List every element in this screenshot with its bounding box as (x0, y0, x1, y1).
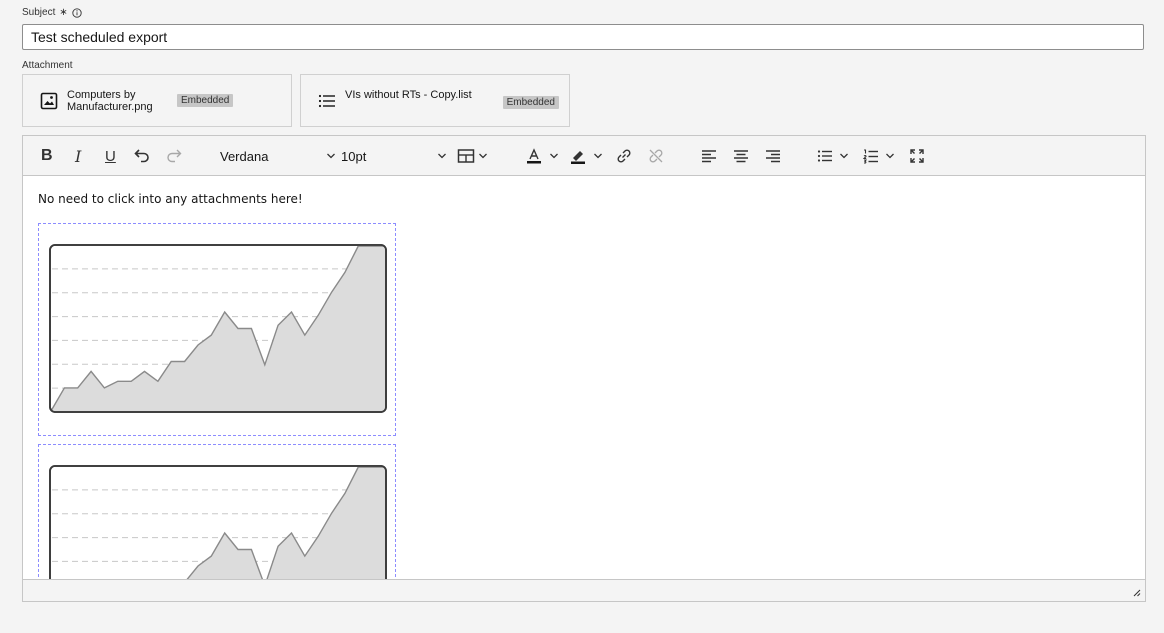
bullet-list-icon (817, 150, 832, 162)
chevron-down-icon (479, 153, 487, 159)
subject-label-text: Subject (22, 7, 56, 18)
subject-label: Subject ∗ (22, 7, 82, 18)
fullscreen-button[interactable] (909, 146, 925, 166)
bold-button[interactable]: B (41, 146, 53, 166)
chevron-down-icon (886, 153, 894, 159)
attachment-name: Computers by Manufacturer.png (67, 88, 153, 113)
editor-statusbar (23, 579, 1145, 601)
fullscreen-icon (910, 149, 924, 163)
font-size-select[interactable]: 10pt (341, 147, 451, 165)
subject-input[interactable] (22, 24, 1144, 50)
unlink-icon (649, 149, 663, 163)
numbered-list-icon (863, 149, 878, 164)
attachment-card-image[interactable]: Computers by Manufacturer.png Embedded (22, 74, 292, 127)
rich-text-editor: B I U Verdana 10pt No need to click into… (22, 135, 1146, 602)
attachment-name: VIs without RTs - Copy.list (345, 89, 472, 101)
editor-toolbar: B I U Verdana 10pt (23, 136, 1145, 176)
attachment-label: Attachment (22, 60, 73, 71)
attachment-label-text: Attachment (22, 60, 73, 71)
align-center-button[interactable] (733, 146, 749, 166)
link-icon (617, 149, 631, 163)
info-icon[interactable] (72, 7, 82, 18)
numbered-list-button[interactable] (863, 146, 895, 166)
attachment-card-list[interactable]: VIs without RTs - Copy.list Embedded (300, 74, 570, 127)
underline-button[interactable]: U (105, 146, 116, 166)
align-left-button[interactable] (701, 146, 717, 166)
font-family-select[interactable]: Verdana (220, 147, 340, 165)
undo-button[interactable] (133, 146, 151, 166)
align-right-button[interactable] (765, 146, 781, 166)
unlink-button[interactable] (647, 146, 665, 166)
redo-icon (167, 149, 182, 163)
required-mark: ∗ (59, 7, 68, 18)
embedded-image[interactable] (38, 223, 396, 436)
bullet-list-button[interactable] (817, 146, 849, 166)
text-color-icon (527, 148, 541, 164)
list-icon (318, 94, 335, 108)
image-icon (40, 92, 58, 109)
redo-button[interactable] (165, 146, 183, 166)
insert-link-button[interactable] (615, 146, 633, 166)
editor-paragraph: No need to click into any attachments he… (38, 192, 303, 206)
embedded-badge: Embedded (177, 94, 234, 107)
embedded-image[interactable] (38, 444, 396, 579)
undo-icon (134, 149, 149, 163)
editor-content[interactable]: No need to click into any attachments he… (23, 177, 1145, 579)
align-center-icon (734, 150, 748, 163)
chevron-down-icon (327, 153, 335, 159)
embedded-chart-image (49, 465, 387, 579)
embedded-badge: Embedded (502, 96, 559, 109)
chevron-down-icon (438, 153, 446, 159)
align-left-icon (702, 150, 716, 163)
chevron-down-icon (550, 153, 558, 159)
highlighter-icon (571, 151, 585, 164)
highlight-color-button[interactable] (569, 146, 603, 166)
table-icon (457, 149, 475, 163)
table-button[interactable] (457, 146, 488, 166)
scheduled-export-form: Subject ∗ Attachment Computers by Manufa… (8, 0, 1164, 633)
align-right-icon (766, 150, 780, 163)
font-family-value: Verdana (220, 148, 269, 164)
chevron-down-icon (840, 153, 848, 159)
resize-handle-icon[interactable] (1131, 587, 1141, 597)
chevron-down-icon (594, 153, 602, 159)
text-color-button[interactable] (525, 146, 559, 166)
embedded-chart-image (49, 244, 387, 413)
italic-button[interactable]: I (75, 146, 81, 166)
font-size-value: 10pt (341, 148, 367, 164)
